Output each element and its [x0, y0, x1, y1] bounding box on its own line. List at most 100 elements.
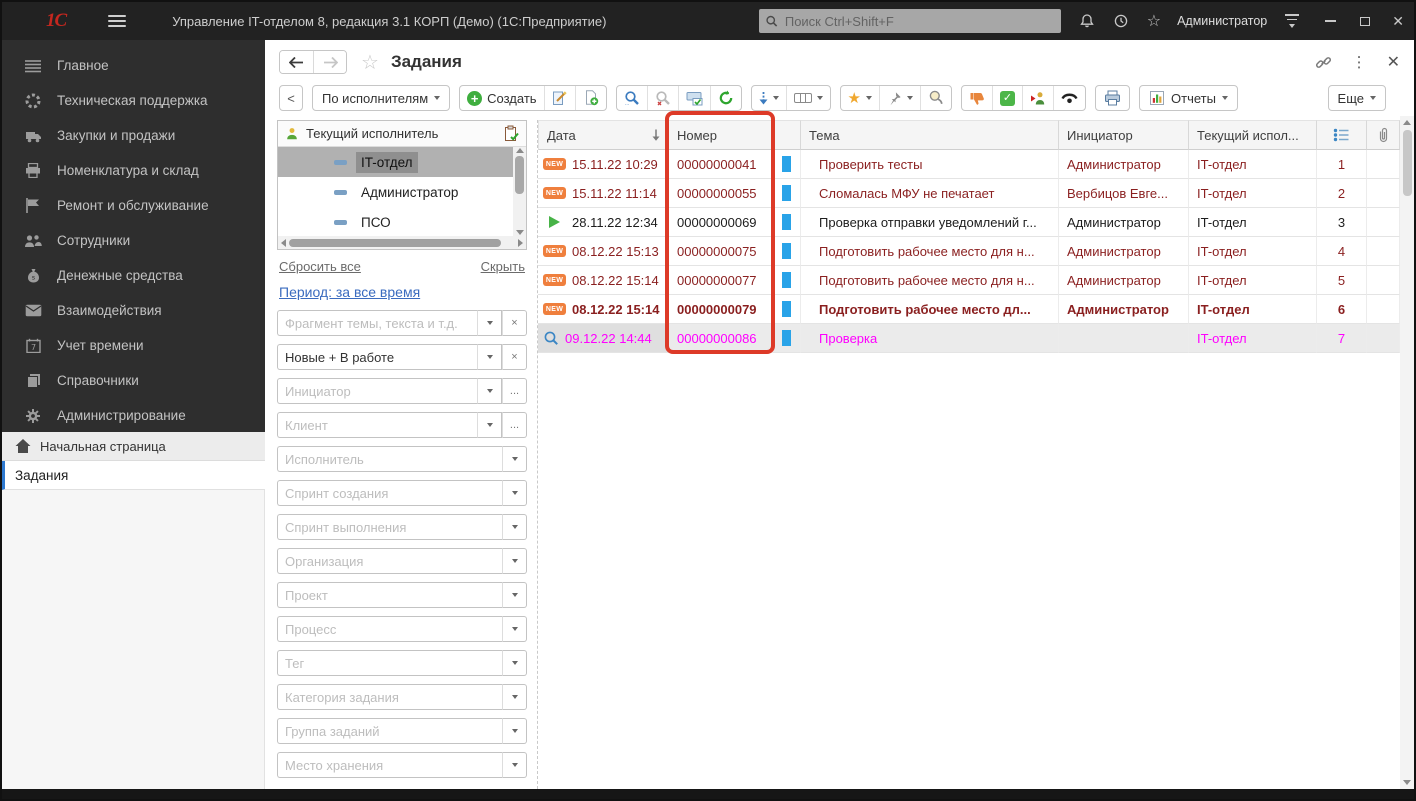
create-button[interactable]: + Создать	[460, 86, 543, 110]
client-input[interactable]	[277, 412, 477, 438]
project-input[interactable]	[277, 582, 502, 608]
view-mode-button[interactable]	[786, 86, 830, 110]
global-search[interactable]	[759, 9, 1061, 33]
more-actions-button[interactable]: Еще	[1328, 85, 1386, 111]
sidebar-item-stock[interactable]: Номенклатура и склад	[2, 153, 265, 188]
sidebar-item-main[interactable]: Главное	[2, 48, 265, 83]
sidebar-item-purchases-sales[interactable]: Закупки и продажи	[2, 118, 265, 153]
cancel-search-button[interactable]	[647, 86, 678, 110]
scroll-right-icon[interactable]	[518, 239, 523, 247]
task-row[interactable]: NEW15.11.22 10:29 00000000041 Проверить …	[538, 150, 1400, 179]
tree-horizontal-scrollbar[interactable]	[278, 236, 526, 249]
scroll-thumb[interactable]	[515, 156, 524, 194]
complete-task-button[interactable]: ✓	[992, 86, 1022, 110]
task-row[interactable]: NEW08.12.22 15:13 00000000075 Подготовит…	[538, 237, 1400, 266]
scroll-left-icon[interactable]	[281, 239, 286, 247]
dropdown-button[interactable]	[477, 412, 502, 438]
executor-input[interactable]	[277, 446, 502, 472]
list-vertical-scrollbar[interactable]	[1400, 116, 1414, 789]
group-by-button[interactable]: По исполнителям	[312, 85, 450, 111]
sprint-created-input[interactable]	[277, 480, 502, 506]
reset-all-filters-link[interactable]: Сбросить все	[279, 259, 361, 274]
scroll-thumb[interactable]	[289, 239, 501, 247]
global-search-input[interactable]	[783, 13, 1055, 30]
dropdown-button[interactable]	[502, 650, 527, 676]
tree-vertical-scrollbar[interactable]	[513, 147, 526, 236]
sprint-execution-input[interactable]	[277, 514, 502, 540]
clear-button[interactable]: ×	[502, 310, 527, 336]
column-header-attachments[interactable]	[1367, 120, 1400, 150]
task-row[interactable]: 28.11.22 12:34 00000000069 Проверка отпр…	[538, 208, 1400, 237]
tag-input[interactable]	[277, 650, 502, 676]
history-icon[interactable]	[1113, 13, 1129, 29]
print-button[interactable]	[1095, 85, 1130, 111]
choose-button[interactable]: ...	[502, 378, 527, 404]
importance-button[interactable]: ★	[841, 86, 879, 110]
nav-forward-button[interactable]	[313, 51, 346, 73]
dropdown-button[interactable]	[477, 378, 502, 404]
scroll-up-icon[interactable]	[516, 148, 524, 153]
tree-item-administrator[interactable]: Администратор	[278, 177, 513, 207]
dropdown-button[interactable]	[502, 582, 527, 608]
column-header-theme[interactable]: Тема	[801, 120, 1059, 150]
process-input[interactable]	[277, 616, 502, 642]
period-link[interactable]: Период: за все время	[279, 284, 420, 300]
close-form-icon[interactable]: ✕	[1387, 52, 1400, 72]
notifications-bell-icon[interactable]	[1079, 13, 1095, 29]
sidebar-item-repair-service[interactable]: Ремонт и обслуживание	[2, 188, 265, 223]
copy-create-button[interactable]	[575, 86, 606, 110]
find-button[interactable]: ...	[617, 86, 647, 110]
dropdown-button[interactable]	[502, 480, 527, 506]
task-category-input[interactable]	[277, 684, 502, 710]
column-header-date[interactable]: Дата	[538, 120, 669, 150]
initiator-input[interactable]	[277, 378, 477, 404]
dropdown-button[interactable]	[477, 344, 502, 370]
clear-button[interactable]: ×	[502, 344, 527, 370]
sort-button[interactable]	[752, 86, 786, 110]
dropdown-button[interactable]	[502, 752, 527, 778]
maximize-button[interactable]	[1360, 17, 1370, 26]
reports-button[interactable]: Отчеты	[1139, 85, 1238, 111]
hide-filters-link[interactable]: Скрыть	[481, 259, 525, 274]
sidebar-item-tech-support[interactable]: Техническая поддержка	[2, 83, 265, 118]
dropdown-button[interactable]	[502, 616, 527, 642]
create-by-template-button[interactable]	[544, 86, 575, 110]
column-header-executor[interactable]: Текущий испол...	[1189, 120, 1317, 150]
task-row[interactable]: NEW15.11.22 11:14 00000000055 Сломалась …	[538, 179, 1400, 208]
nav-back-button[interactable]	[280, 51, 313, 73]
minimize-button[interactable]	[1325, 20, 1336, 22]
organization-input[interactable]	[277, 548, 502, 574]
close-window-button[interactable]: ✕	[1392, 14, 1404, 28]
storage-place-input[interactable]	[277, 752, 502, 778]
task-row-selected[interactable]: 09.12.22 14:44 00000000086 Проверка IT-о…	[538, 324, 1400, 353]
complaint-button[interactable]	[962, 86, 992, 110]
dropdown-button[interactable]	[502, 548, 527, 574]
task-row[interactable]: NEW08.12.22 15:14 00000000077 Подготовит…	[538, 266, 1400, 295]
service-menu-icon[interactable]	[1285, 14, 1299, 28]
sidebar-item-money[interactable]: s Денежные средства	[2, 258, 265, 293]
get-link-icon[interactable]	[1315, 54, 1332, 71]
scroll-down-icon[interactable]	[516, 230, 524, 235]
scroll-up-icon[interactable]	[1403, 120, 1411, 125]
dropdown-button[interactable]	[502, 514, 527, 540]
refresh-button[interactable]	[710, 86, 741, 110]
pin-button[interactable]	[879, 86, 920, 110]
column-header-number[interactable]: Номер	[669, 120, 773, 150]
select-check-items-button[interactable]	[498, 123, 524, 145]
favorite-star-icon[interactable]: ☆	[361, 50, 379, 75]
scroll-down-icon[interactable]	[1403, 780, 1411, 785]
task-row[interactable]: NEW08.12.22 15:14 00000000079 Подготовит…	[538, 295, 1400, 324]
observe-button[interactable]	[1053, 86, 1085, 110]
task-group-input[interactable]	[277, 718, 502, 744]
state-input[interactable]	[277, 344, 477, 370]
configure-list-button[interactable]	[678, 86, 710, 110]
choose-button[interactable]: ...	[502, 412, 527, 438]
home-page-tab[interactable]: Начальная страница	[2, 432, 265, 461]
fragment-input[interactable]	[277, 310, 477, 336]
sidebar-item-employees[interactable]: Сотрудники	[2, 223, 265, 258]
column-header-status[interactable]	[773, 120, 801, 150]
open-tab-tasks[interactable]: Задания	[2, 461, 265, 490]
sidebar-item-catalogs[interactable]: Справочники	[2, 363, 265, 398]
preview-button[interactable]	[920, 86, 951, 110]
scroll-thumb[interactable]	[1403, 130, 1412, 196]
